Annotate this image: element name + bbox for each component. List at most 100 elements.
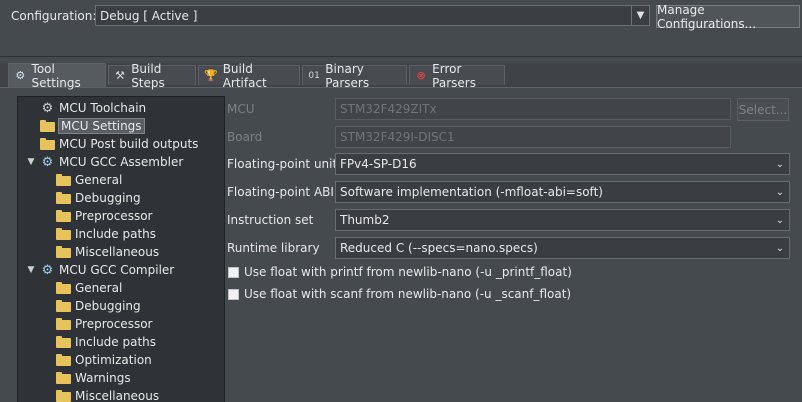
tree-item-label: General: [75, 173, 123, 187]
chevron-down-icon[interactable]: ▼: [631, 6, 649, 25]
folder-icon: [40, 138, 55, 150]
fpu-value: FPv4-SP-D16: [340, 157, 417, 171]
folder-icon: [56, 228, 71, 240]
instruction-set-select[interactable]: Thumb2 ⌄: [335, 209, 790, 231]
board-field: STM32F429I-DISC1: [335, 126, 731, 148]
tree-item-cc-miscellaneous[interactable]: Miscellaneous: [56, 387, 159, 402]
board-value: STM32F429I-DISC1: [340, 130, 455, 144]
fpu-select[interactable]: FPv4-SP-D16 ⌄: [335, 153, 790, 175]
float-abi-label: Floating-point ABI: [227, 185, 334, 199]
tree-item-label: Warnings: [75, 371, 131, 385]
tree-item-label: Include paths: [75, 227, 157, 241]
gear-icon: ⚙: [41, 154, 54, 170]
folder-icon: [56, 354, 71, 366]
tree-item-asm-miscellaneous[interactable]: Miscellaneous: [56, 243, 159, 261]
tree-item-mcu-gcc-compiler[interactable]: ▼ ⚙ MCU GCC Compiler: [26, 261, 175, 279]
configuration-label: Configuration:: [11, 9, 97, 23]
tree-item-cc-general[interactable]: General: [56, 279, 122, 297]
configuration-select[interactable]: Debug [ Active ] ▼: [95, 5, 650, 26]
tab-label: Tool Settings: [31, 61, 81, 90]
tree-item-label: Miscellaneous: [75, 389, 160, 402]
mcu-field: STM32F429ZITx: [335, 98, 731, 120]
printf-float-label: Use float with printf from newlib-nano (…: [244, 265, 572, 279]
scanf-float-checkbox[interactable]: [228, 288, 239, 300]
folder-icon: [56, 318, 71, 330]
tree-item-mcu-toolchain[interactable]: ⚙ MCU Toolchain: [40, 99, 146, 117]
runtime-library-value: Reduced C (--specs=nano.specs): [340, 241, 538, 255]
tree-item-mcu-post-build[interactable]: MCU Post build outputs: [40, 135, 198, 153]
tree-item-cc-optimization[interactable]: Optimization: [56, 351, 152, 369]
instruction-set-value: Thumb2: [340, 213, 390, 227]
tree-item-label: Include paths: [75, 335, 157, 349]
tree-item-label: MCU Settings: [58, 118, 145, 134]
tab-build-artifact[interactable]: 🏆 Build Artifact: [198, 62, 300, 90]
manage-configurations-button[interactable]: Manage Configurations...: [656, 3, 800, 31]
configuration-value: Debug [ Active ]: [100, 8, 198, 23]
tree-item-label: Debugging: [75, 191, 141, 205]
tree-item-label: General: [75, 281, 123, 295]
trophy-icon: 🏆: [204, 69, 218, 82]
board-label: Board: [227, 130, 263, 144]
tab-label: Build Artifact: [222, 61, 267, 90]
tree-item-asm-general[interactable]: General: [56, 171, 122, 189]
binary-icon: 01: [308, 70, 320, 81]
tab-tool-settings[interactable]: ⚙ Tool Settings: [8, 61, 106, 90]
float-abi-select[interactable]: Software implementation (-mfloat-abi=sof…: [335, 181, 790, 203]
chevron-down-icon[interactable]: ⌄: [771, 154, 789, 174]
tree-item-cc-include-paths[interactable]: Include paths: [56, 333, 156, 351]
tab-build-steps[interactable]: ⚒ Build Steps: [108, 62, 196, 90]
scanf-float-label: Use float with scanf from newlib-nano (-…: [244, 287, 572, 301]
tree-item-label: Optimization: [75, 353, 152, 367]
folder-icon: [56, 390, 71, 402]
tree-item-asm-include-paths[interactable]: Include paths: [56, 225, 156, 243]
tree-item-label: MCU Post build outputs: [59, 137, 199, 151]
chevron-down-icon[interactable]: ⌄: [771, 238, 789, 258]
runtime-library-label: Runtime library: [227, 241, 320, 255]
fpu-label: Floating-point unit: [227, 157, 338, 171]
printf-float-checkbox[interactable]: [228, 266, 239, 278]
tab-error-parsers[interactable]: ⊗ Error Parsers: [409, 62, 505, 90]
gear-icon: ⚙: [15, 69, 26, 82]
instruction-set-label: Instruction set: [227, 213, 314, 227]
chevron-down-icon[interactable]: ⌄: [771, 210, 789, 230]
runtime-library-select[interactable]: Reduced C (--specs=nano.specs) ⌄: [335, 237, 790, 259]
tab-label: Error Parsers: [432, 61, 476, 90]
tree-item-label: Debugging: [75, 299, 141, 313]
tree-item-label: Miscellaneous: [75, 245, 160, 259]
tab-label: Build Steps: [131, 61, 165, 90]
folder-icon: [56, 174, 71, 186]
mcu-label: MCU: [227, 102, 255, 116]
folder-icon: [40, 120, 55, 132]
tree-item-label: Preprocessor: [75, 317, 153, 331]
gear-icon: ⚙: [41, 262, 54, 278]
tree-item-label: MCU GCC Assembler: [59, 155, 184, 169]
tree-item-asm-preprocessor[interactable]: Preprocessor: [56, 207, 152, 225]
tree-item-cc-warnings[interactable]: Warnings: [56, 369, 131, 387]
chevron-down-icon[interactable]: ▼: [26, 157, 36, 167]
tree-item-mcu-settings[interactable]: MCU Settings: [40, 117, 145, 135]
hammer-icon: ⚒: [115, 69, 126, 82]
tree-item-asm-debugging[interactable]: Debugging: [56, 189, 141, 207]
error-icon: ⊗: [416, 69, 426, 82]
folder-icon: [56, 192, 71, 204]
printf-float-option[interactable]: Use float with printf from newlib-nano (…: [228, 263, 572, 281]
tree-item-label: MCU GCC Compiler: [59, 263, 175, 277]
chevron-down-icon[interactable]: ⌄: [771, 182, 789, 202]
tab-strip: ⚙ Tool Settings ⚒ Build Steps 🏆 Build Ar…: [0, 61, 802, 90]
folder-icon: [56, 210, 71, 222]
float-abi-value: Software implementation (-mfloat-abi=sof…: [340, 185, 603, 199]
folder-icon: [56, 372, 71, 384]
folder-icon: [56, 336, 71, 348]
folder-icon: [56, 282, 71, 294]
chevron-down-icon[interactable]: ▼: [26, 265, 36, 275]
tree-item-mcu-gcc-assembler[interactable]: ▼ ⚙ MCU GCC Assembler: [26, 153, 184, 171]
tool-icon: ⚙: [41, 100, 54, 116]
tree-item-label: Preprocessor: [75, 209, 153, 223]
tab-binary-parsers[interactable]: 01 Binary Parsers: [302, 62, 407, 90]
settings-tree: ⚙ MCU Toolchain MCU Settings MCU Post bu…: [17, 96, 225, 402]
scanf-float-option[interactable]: Use float with scanf from newlib-nano (-…: [228, 285, 571, 303]
select-mcu-button: Select...: [737, 98, 789, 121]
tree-item-cc-debugging[interactable]: Debugging: [56, 297, 141, 315]
folder-icon: [56, 300, 71, 312]
tree-item-cc-preprocessor[interactable]: Preprocessor: [56, 315, 152, 333]
